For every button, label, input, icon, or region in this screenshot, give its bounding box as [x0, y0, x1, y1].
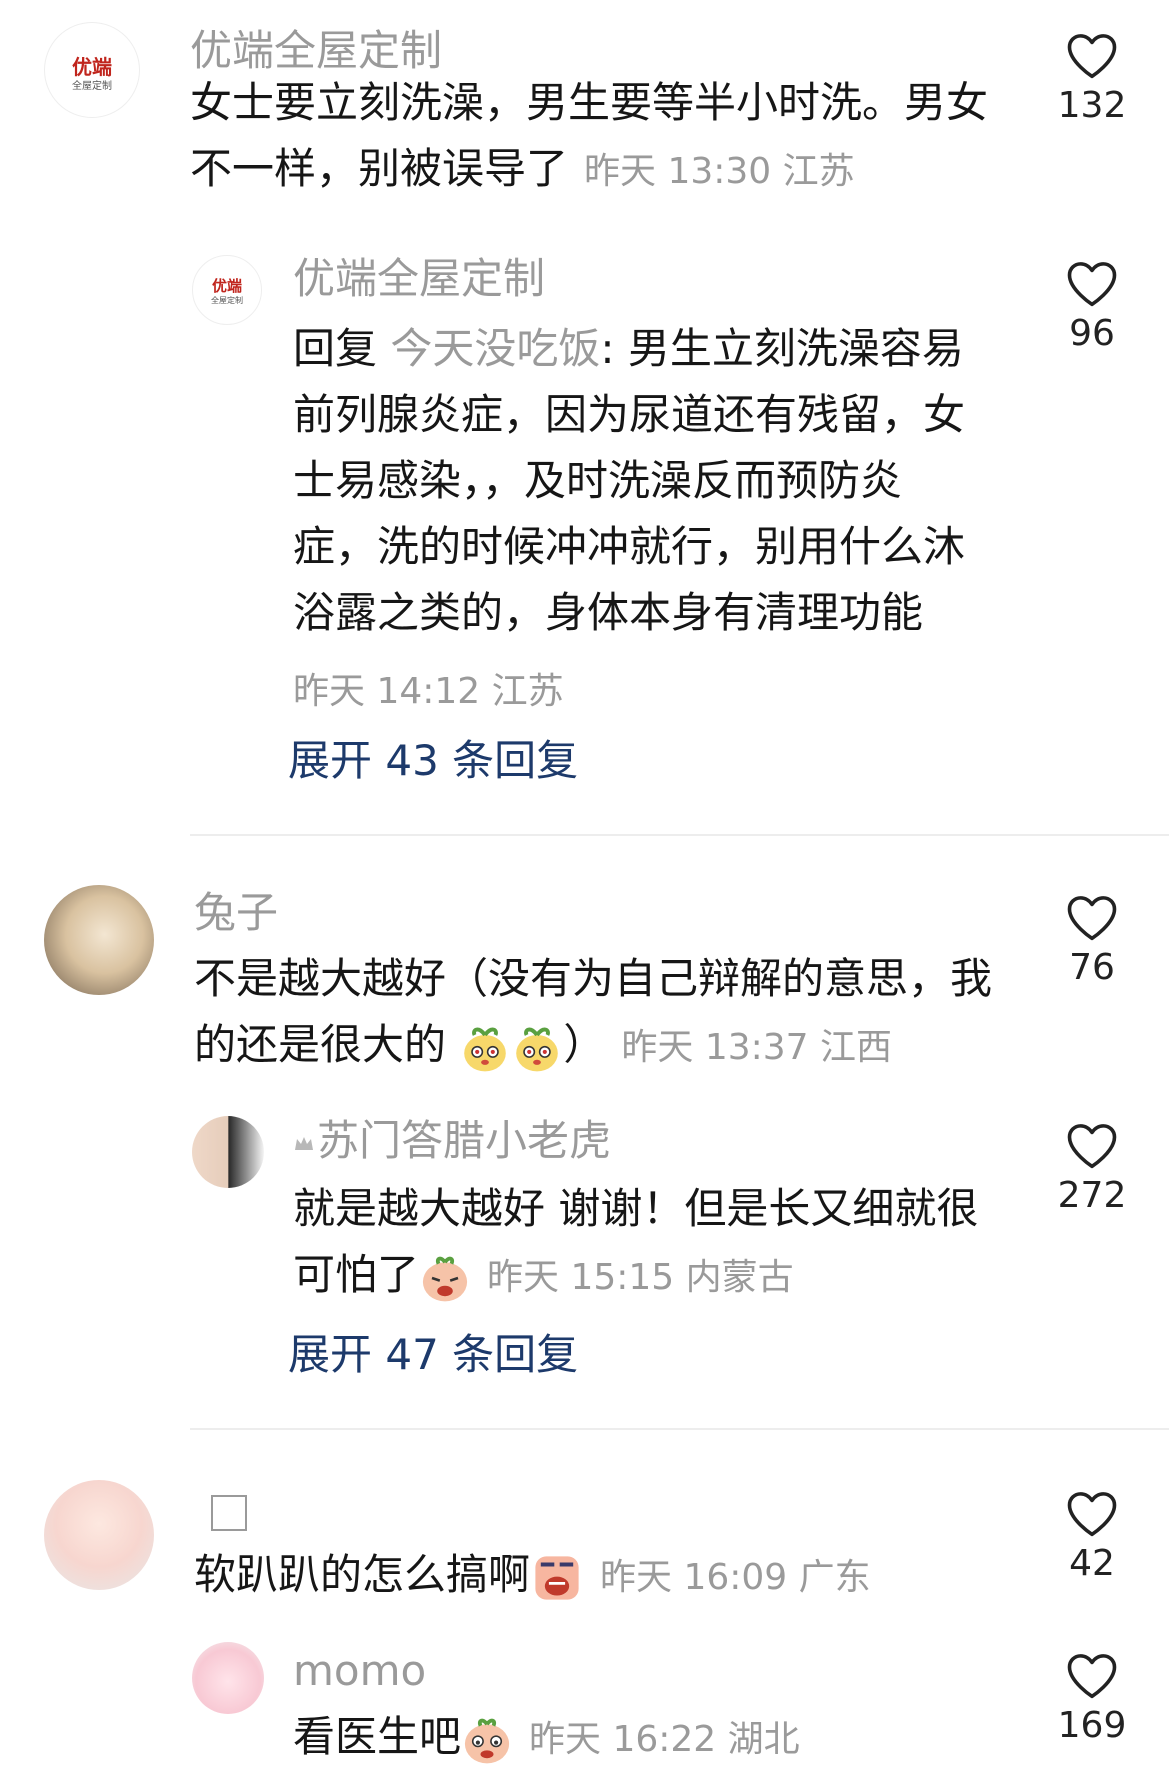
comment-text: 士易感染，，及时洗澡反而预防炎: [293, 456, 903, 505]
like-button[interactable]: 132: [1032, 30, 1152, 124]
like-count: 272: [1057, 1175, 1127, 1216]
avatar[interactable]: [192, 1642, 264, 1714]
comment-text: 可怕了 昨天 15:15 内蒙古: [293, 1242, 794, 1311]
comment-username[interactable]: momo: [293, 1650, 426, 1692]
like-button[interactable]: 76: [1032, 892, 1152, 986]
like-button[interactable]: 169: [1032, 1650, 1152, 1744]
comment-text-line: 的还是很大的: [194, 1020, 447, 1069]
comment-text: 症，洗的时候冲冲就行，别用什么沐: [293, 522, 966, 571]
comment-text: 软趴趴的怎么搞啊 昨天 16:09 广东: [194, 1542, 871, 1611]
avatar-logo-subtext: 全屋定制: [72, 81, 112, 92]
avatar-logo-subtext: 全屋定制: [211, 296, 243, 305]
comment-text: 不是越大越好（没有为自己辩解的意思，我: [194, 954, 993, 1003]
sad-face-emoji-icon: [464, 1718, 510, 1763]
avatar[interactable]: 优端 全屋定制: [44, 22, 140, 118]
like-count: 169: [1057, 1705, 1127, 1746]
comment-text: 浴露之类的，身体本身有清理功能: [293, 588, 924, 637]
avatar-logo-text: 优端: [211, 277, 242, 295]
comment-username[interactable]: 苏门答腊小老虎: [293, 1120, 611, 1162]
comment-meta: 昨天 13:30 江苏: [584, 151, 855, 192]
comment-text-line: 软趴趴的怎么搞啊: [194, 1550, 531, 1599]
comment-text-line: 可怕了: [293, 1250, 420, 1299]
heart-outline-icon: [1067, 34, 1117, 79]
comment-text: 看医生吧 昨天 16:22 湖北: [293, 1704, 800, 1773]
comment-username[interactable]: 优端全屋定制: [293, 258, 545, 300]
expand-replies-link[interactable]: 展开 43 条回复: [288, 740, 578, 782]
reply-to-user[interactable]: 今天没吃饭: [390, 324, 600, 373]
reply-text: : 男生立刻洗澡容易: [600, 324, 964, 373]
comment-meta: 昨天 13:37 江西: [621, 1027, 893, 1068]
comment-divider: [190, 1428, 1169, 1430]
username-text: 苏门答腊小老虎: [317, 1116, 612, 1165]
avatar[interactable]: 优端 全屋定制: [192, 255, 262, 325]
crown-icon: [295, 1136, 313, 1150]
avatar[interactable]: [44, 885, 154, 995]
like-count: 96: [1069, 313, 1115, 354]
comment-divider: [190, 834, 1169, 836]
like-count: 76: [1069, 947, 1115, 988]
like-button[interactable]: 272: [1032, 1120, 1152, 1214]
comment-text: 回复 今天没吃饭: 男生立刻洗澡容易: [293, 316, 964, 382]
sprout-face-emoji-icon: [516, 1027, 559, 1071]
comment-text: 的还是很大的 ） 昨天 13:37 江西: [194, 1012, 892, 1081]
expand-replies-link[interactable]: 展开 47 条回复: [288, 1334, 578, 1376]
heart-outline-icon: [1067, 896, 1117, 941]
avatar-logo-text: 优端: [72, 55, 112, 79]
heart-outline-icon: [1067, 1492, 1117, 1537]
comment-text: 前列腺炎症，因为尿道还有残留，女: [293, 390, 966, 439]
comment-meta: 昨天 14:12 江苏: [293, 671, 564, 712]
comment-text: 女士要立刻洗澡，男生要等半小时洗。男女: [190, 78, 989, 127]
comment-meta: 昨天 15:15 内蒙古: [487, 1257, 794, 1298]
reply-prefix: 回复: [293, 324, 378, 373]
comment-meta: 昨天 16:09 广东: [600, 1557, 871, 1598]
comment-username[interactable]: 兔子: [194, 892, 278, 934]
comment-text-line: 不一样，别被误导了: [190, 144, 569, 193]
heart-outline-icon: [1067, 262, 1117, 307]
comment-text: 不一样，别被误导了 昨天 13:30 江苏: [190, 136, 855, 205]
heart-outline-icon: [1067, 1124, 1117, 1169]
crying-face-emoji-icon: [535, 1555, 579, 1600]
comment-meta: 昨天 16:22 湖北: [529, 1719, 800, 1760]
sprout-face-emoji-icon: [464, 1027, 507, 1071]
like-count: 42: [1069, 1543, 1115, 1584]
heart-outline-icon: [1067, 1654, 1117, 1699]
checkbox-icon[interactable]: [211, 1495, 247, 1531]
comment-text-close: ）: [563, 1020, 606, 1069]
crying-face-emoji-icon: [422, 1256, 468, 1301]
avatar[interactable]: [192, 1116, 264, 1188]
comment-text-line: 看医生吧: [293, 1712, 462, 1761]
like-button[interactable]: 42: [1032, 1488, 1152, 1582]
like-count: 132: [1057, 85, 1127, 126]
comment-username[interactable]: 优端全屋定制: [190, 30, 442, 72]
like-button[interactable]: 96: [1032, 258, 1152, 352]
avatar[interactable]: [44, 1480, 154, 1590]
comment-text: 就是越大越好 谢谢！但是长又细就很: [293, 1184, 979, 1233]
